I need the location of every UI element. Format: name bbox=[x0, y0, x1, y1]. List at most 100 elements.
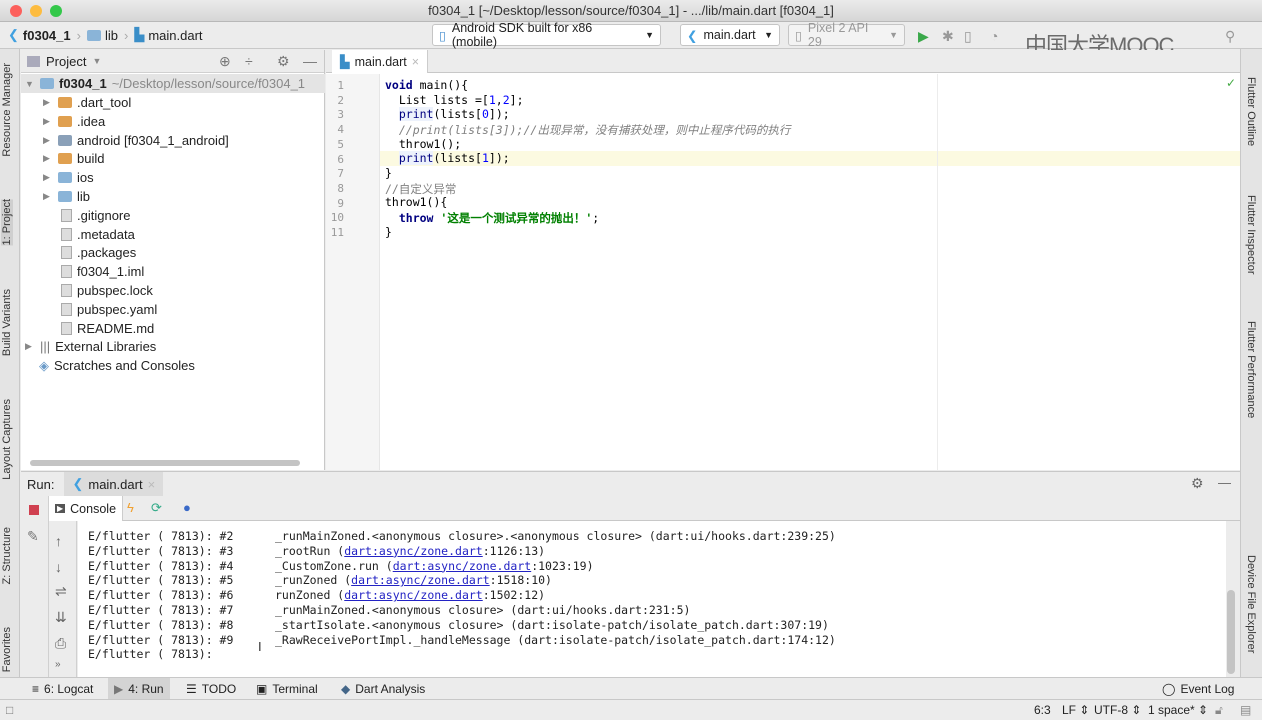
tab-logcat[interactable]: ≡ 6: Logcat bbox=[26, 678, 99, 699]
hot-restart-icon[interactable]: ⟳ bbox=[151, 500, 162, 516]
tab-main-dart[interactable]: ▙ main.dart × bbox=[332, 50, 429, 73]
locate-icon[interactable]: ⊕ bbox=[219, 53, 231, 70]
lock-icon[interactable]: 🔓︎ bbox=[1215, 703, 1223, 718]
minimize-window-button[interactable] bbox=[30, 5, 42, 17]
indent[interactable]: 1 space* ⇕ bbox=[1148, 703, 1208, 717]
tree-item[interactable]: pubspec.lock bbox=[61, 281, 153, 300]
code-line: void main(){ bbox=[385, 78, 469, 92]
tree-item[interactable]: pubspec.yaml bbox=[61, 300, 157, 319]
project-panel-header: Project ▼ ⊕ ÷ ⚙ — bbox=[21, 50, 324, 73]
console-scrollbar[interactable] bbox=[1227, 590, 1235, 674]
hide-icon[interactable]: — bbox=[303, 53, 317, 69]
no-problems-check-icon: ✓ bbox=[1226, 76, 1237, 90]
close-tab-icon[interactable]: × bbox=[148, 477, 156, 492]
tab-structure[interactable]: Z: Structure bbox=[1, 527, 13, 584]
code-editor[interactable]: ▙ main.dart × ✓ 1 2 3 4 5 6 7 8 9 10 11 void main(){… bbox=[326, 50, 1240, 470]
source-link[interactable]: dart:async/zone.dart bbox=[351, 573, 489, 587]
source-link[interactable]: dart:async/zone.dart bbox=[344, 588, 482, 602]
tree-root[interactable]: ▼ f0304_1 ~/Desktop/lesson/source/f0304_1 bbox=[21, 74, 325, 93]
encoding[interactable]: UTF-8 ⇕ bbox=[1094, 703, 1141, 717]
run-config-selector[interactable]: ❮ main.dart ▼ bbox=[680, 24, 780, 46]
tree-item[interactable]: ▶ build bbox=[43, 149, 104, 168]
close-window-button[interactable] bbox=[10, 5, 22, 17]
breadcrumb-file[interactable]: ▙ main.dart bbox=[134, 27, 202, 43]
folder-icon bbox=[58, 191, 72, 202]
project-panel: Project ▼ ⊕ ÷ ⚙ — ▼ f0304_1 ~/Desktop/lesso… bbox=[21, 50, 325, 470]
library-icon: ||| bbox=[40, 339, 51, 354]
profile-icon[interactable]: ▯ bbox=[964, 28, 972, 45]
run-icon[interactable]: ▶ bbox=[918, 28, 929, 45]
tree-item[interactable]: README.md bbox=[61, 319, 154, 338]
tree-external-libraries[interactable]: ▶ ||| External Libraries bbox=[25, 337, 156, 356]
caret-position[interactable]: 6:3 bbox=[1034, 703, 1051, 717]
tree-item[interactable]: f0304_1.iml bbox=[61, 262, 144, 281]
tab-device-file-explorer[interactable]: Device File Explorer bbox=[1245, 555, 1257, 653]
tree-item[interactable]: ▶ android [f0304_1_android] bbox=[43, 131, 229, 150]
tab-run[interactable]: ▶ 4: Run bbox=[108, 678, 170, 699]
tree-item[interactable]: ▶ .idea bbox=[43, 112, 105, 131]
collapse-icon[interactable]: ÷ bbox=[245, 53, 253, 69]
tab-flutter-inspector[interactable]: Flutter Inspector bbox=[1245, 195, 1257, 274]
more-icon[interactable]: » bbox=[55, 659, 61, 670]
debug-icon[interactable]: ✱ bbox=[942, 28, 954, 45]
tree-item[interactable]: ▶ .dart_tool bbox=[43, 93, 131, 112]
tab-terminal[interactable]: ▣ Terminal bbox=[250, 678, 324, 699]
tab-console[interactable]: ▶ Console bbox=[49, 496, 124, 521]
attach-icon[interactable]: ◔ bbox=[990, 28, 998, 44]
event-log-button[interactable]: ◯ Event Log bbox=[1156, 678, 1240, 699]
project-view-selector[interactable]: Project bbox=[46, 54, 86, 69]
console-output[interactable]: E/flutter ( 7813): #2 _runMainZoned.<anon… bbox=[78, 521, 1226, 677]
search-icon[interactable]: ⚲ bbox=[1225, 28, 1235, 45]
right-tool-strip: Flutter Outline Flutter Inspector Flutte… bbox=[1240, 49, 1262, 677]
tab-flutter-performance[interactable]: Flutter Performance bbox=[1245, 321, 1257, 418]
breadcrumb-project[interactable]: ❮ f0304_1 bbox=[8, 27, 71, 43]
folder-icon bbox=[58, 115, 72, 127]
tab-layout-captures[interactable]: Layout Captures bbox=[1, 399, 13, 480]
tab-project[interactable]: 1: Project bbox=[1, 199, 13, 246]
tree-item[interactable]: ▶ ios bbox=[43, 168, 94, 187]
stop-icon[interactable] bbox=[29, 505, 39, 515]
tab-build-variants[interactable]: Build Variants bbox=[1, 289, 13, 356]
code-line: //print(lists[3]);//出现异常，没有捕获处理，则中止程序代码的… bbox=[398, 123, 791, 137]
tree-scratches[interactable]: ◈ Scratches and Consoles bbox=[39, 356, 195, 375]
line-separator[interactable]: LF ⇕ bbox=[1062, 703, 1089, 717]
tree-item[interactable]: ▶ lib bbox=[43, 187, 90, 206]
hot-reload-icon[interactable]: ϟ bbox=[127, 500, 134, 515]
hide-icon[interactable]: — bbox=[1218, 475, 1231, 490]
tree-item[interactable]: .metadata bbox=[61, 225, 135, 244]
close-tab-icon[interactable]: × bbox=[412, 55, 419, 69]
tab-todo[interactable]: ☰ TODO bbox=[180, 678, 242, 699]
editor-tabs: ▙ main.dart × bbox=[326, 50, 1240, 73]
gear-icon[interactable]: ⚙ bbox=[277, 53, 290, 70]
console-line: E/flutter ( 7813): #2 _runMainZoned.<anon… bbox=[88, 529, 836, 543]
pin-icon[interactable]: ✎ bbox=[27, 528, 39, 545]
device-selector[interactable]: ▯ Android SDK built for x86 (mobile) ▼ bbox=[432, 21, 661, 49]
scroll-to-end-icon[interactable]: ⇊ bbox=[55, 609, 67, 626]
maximize-window-button[interactable] bbox=[50, 5, 62, 17]
dart-icon: ◆ bbox=[341, 681, 351, 696]
source-link[interactable]: dart:async/zone.dart bbox=[344, 544, 482, 558]
tab-favorites[interactable]: Favorites bbox=[1, 627, 13, 672]
source-link[interactable]: dart:async/zone.dart bbox=[393, 559, 531, 573]
tab-resource-manager[interactable]: Resource Manager bbox=[1, 63, 13, 157]
speech-bubble-icon: ◯ bbox=[1162, 681, 1176, 696]
tree-item[interactable]: .packages bbox=[61, 243, 136, 262]
project-horizontal-scrollbar[interactable] bbox=[30, 460, 300, 466]
run-tab-main-dart[interactable]: ❮ main.dart × bbox=[64, 472, 164, 496]
line-number: 3 bbox=[337, 108, 344, 122]
up-arrow-icon[interactable]: ↑ bbox=[55, 533, 62, 549]
devtools-icon[interactable]: ● bbox=[183, 500, 191, 515]
soft-wrap-icon[interactable]: ⇌ bbox=[55, 583, 67, 600]
print-icon[interactable]: ⎙ bbox=[55, 635, 66, 652]
tab-flutter-outline[interactable]: Flutter Outline bbox=[1245, 77, 1257, 146]
avd-selector[interactable]: ▯ Pixel 2 API 29 ▼ bbox=[788, 21, 905, 49]
console-line: E/flutter ( 7813): #6 runZoned (dart:asyn… bbox=[88, 588, 546, 603]
console-toolbar: ▶ Console ϟ ⟳ ● bbox=[49, 496, 1240, 521]
tab-dart-analysis[interactable]: ◆ Dart Analysis bbox=[335, 678, 431, 699]
tree-item[interactable]: .gitignore bbox=[61, 206, 130, 225]
breadcrumb-lib[interactable]: lib bbox=[86, 28, 118, 43]
gear-icon[interactable]: ⚙ bbox=[1191, 475, 1204, 492]
memory-indicator-icon[interactable]: ▤ bbox=[1240, 703, 1251, 717]
toggle-tool-windows-icon[interactable]: □ bbox=[6, 703, 13, 717]
down-arrow-icon[interactable]: ↓ bbox=[55, 559, 62, 575]
